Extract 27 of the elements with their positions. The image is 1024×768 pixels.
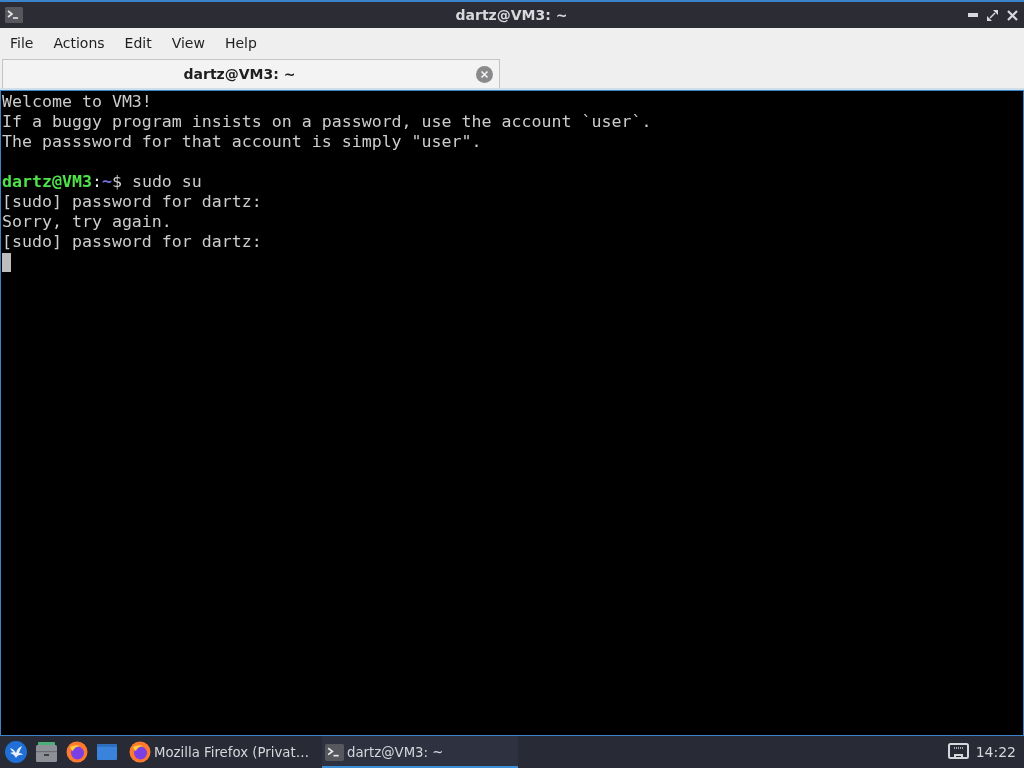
browser-icon[interactable]	[66, 741, 88, 763]
terminal-output-line: [sudo] password for dartz:	[2, 232, 262, 252]
terminal-output-line: If a buggy program insists on a password, use the account `user`.	[2, 112, 652, 132]
text-cursor	[2, 253, 11, 272]
menu-item[interactable]: File	[0, 31, 44, 54]
close-icon[interactable]	[1007, 9, 1018, 21]
browser-icon	[129, 741, 151, 763]
shell-prompt-line: dartz@VM3:~$ sudo su	[2, 172, 202, 192]
terminal-output-line: The passsword for that account is simply "user".	[2, 132, 482, 152]
maximize-icon[interactable]	[987, 9, 998, 21]
taskbar-task-button[interactable]: Mozilla Firefox (Privat…	[126, 736, 322, 768]
terminal-output-line: Welcome to VM3!	[2, 92, 152, 112]
menu-item[interactable]: View	[161, 31, 215, 54]
bird-logo-icon[interactable]	[5, 741, 27, 763]
terminal-tab[interactable]: dartz@VM3: ~	[2, 59, 500, 88]
menu-item[interactable]: Actions	[43, 31, 115, 54]
menu-item[interactable]: Help	[214, 31, 267, 54]
file-cabinet-icon[interactable]	[36, 742, 57, 762]
window-title: dartz@VM3: ~	[455, 7, 568, 23]
terminal-output-line: [sudo] password for dartz:	[2, 192, 262, 212]
ethernet-port-icon[interactable]	[947, 743, 969, 761]
clock-text: 14:22	[975, 744, 1016, 760]
terminal-output-line: Sorry, try again.	[2, 212, 172, 232]
taskbar-task-button[interactable]: dartz@VM3: ~	[322, 736, 518, 768]
terminal-icon	[325, 743, 344, 761]
terminal-icon	[5, 7, 23, 23]
menu-item[interactable]: Edit	[114, 31, 162, 54]
